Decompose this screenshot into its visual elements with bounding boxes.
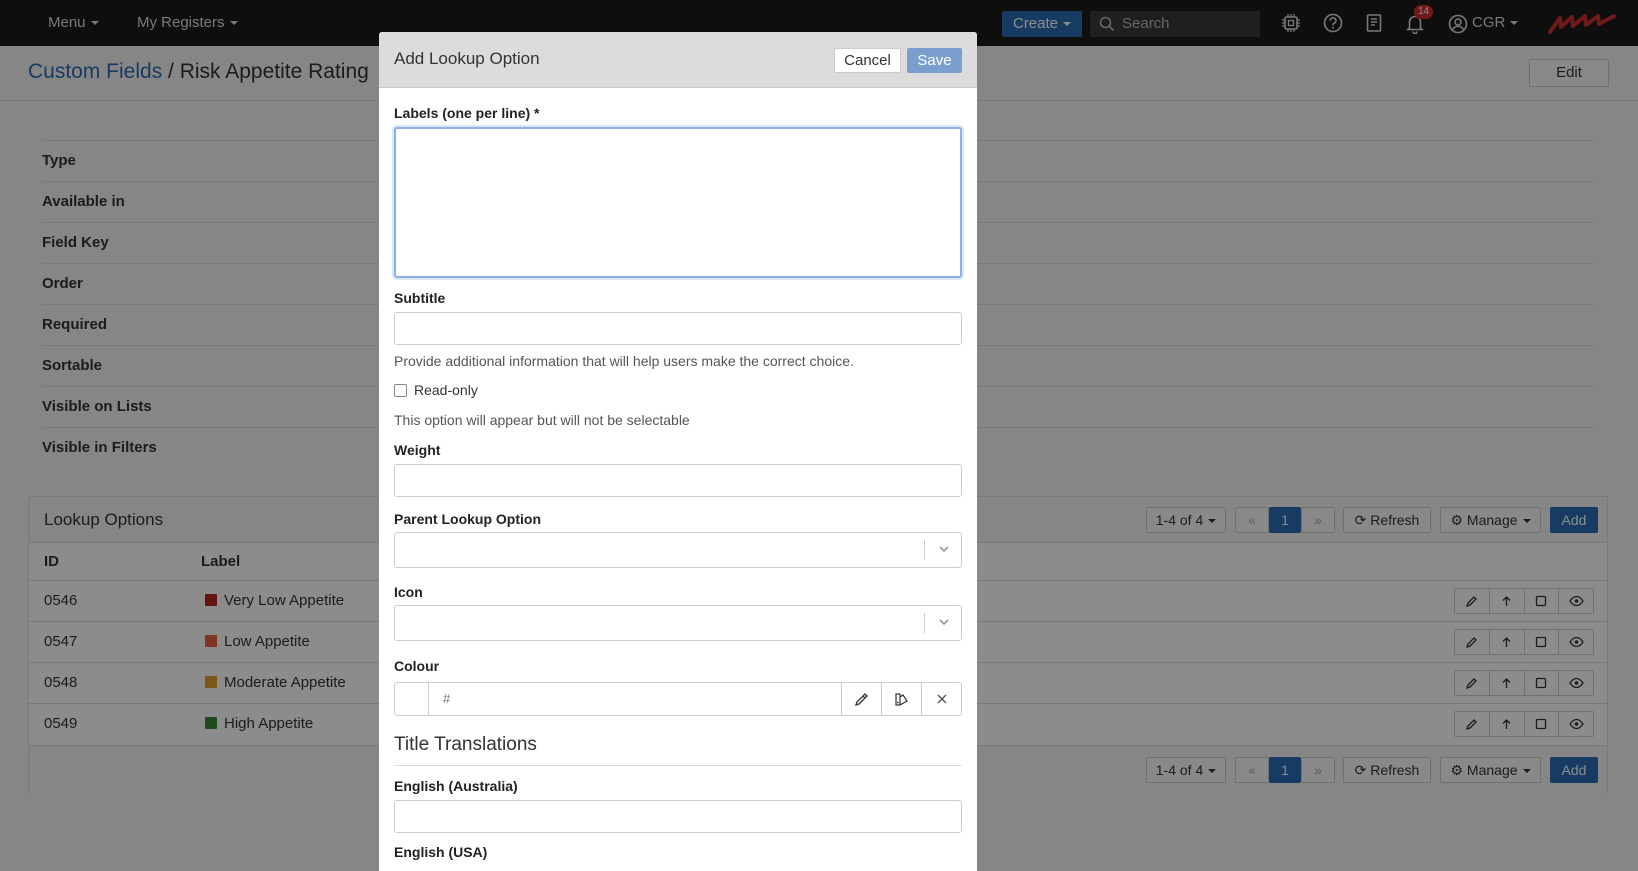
subtitle-field-label: Subtitle — [394, 290, 446, 306]
colour-input-group: # — [394, 682, 962, 716]
parent-lookup-option-select[interactable] — [394, 532, 962, 568]
title-translations-heading: Title Translations — [394, 734, 537, 755]
subtitle-input[interactable] — [394, 312, 962, 345]
eyedropper-icon[interactable] — [841, 683, 881, 715]
weight-input[interactable] — [394, 464, 962, 497]
chevron-down-icon — [939, 546, 949, 553]
english-australia-label: English (Australia) — [394, 778, 518, 794]
palette-icon[interactable] — [881, 683, 921, 715]
section-divider — [394, 765, 962, 766]
select-separator — [924, 613, 925, 633]
colour-preview-swatch[interactable] — [395, 683, 429, 715]
labels-field-label: Labels (one per line) * — [394, 105, 540, 121]
colour-field-label: Colour — [394, 658, 440, 674]
clear-icon[interactable] — [921, 683, 961, 715]
chevron-down-icon — [939, 619, 949, 626]
subtitle-help-text: Provide additional information that will… — [394, 353, 854, 369]
modal-header: Add Lookup Option Cancel Save — [379, 32, 977, 88]
weight-field-label: Weight — [394, 442, 441, 458]
read-only-help-text: This option will appear but will not be … — [394, 412, 690, 428]
read-only-checkbox[interactable] — [394, 384, 407, 397]
labels-textarea[interactable] — [394, 127, 962, 278]
modal-title: Add Lookup Option — [394, 49, 540, 68]
icon-field-label: Icon — [394, 584, 423, 600]
select-separator — [924, 540, 925, 560]
icon-select[interactable] — [394, 605, 962, 641]
read-only-label[interactable]: Read-only — [414, 382, 478, 398]
cancel-button[interactable]: Cancel — [834, 48, 901, 73]
english-usa-label: English (USA) — [394, 844, 488, 860]
colour-hash-prefix: # — [443, 691, 451, 706]
add-lookup-option-modal: Add Lookup Option Cancel Save Labels (on… — [379, 32, 977, 871]
english-australia-input[interactable] — [394, 800, 962, 833]
parent-lookup-option-label: Parent Lookup Option — [394, 511, 541, 527]
save-button[interactable]: Save — [907, 48, 962, 73]
